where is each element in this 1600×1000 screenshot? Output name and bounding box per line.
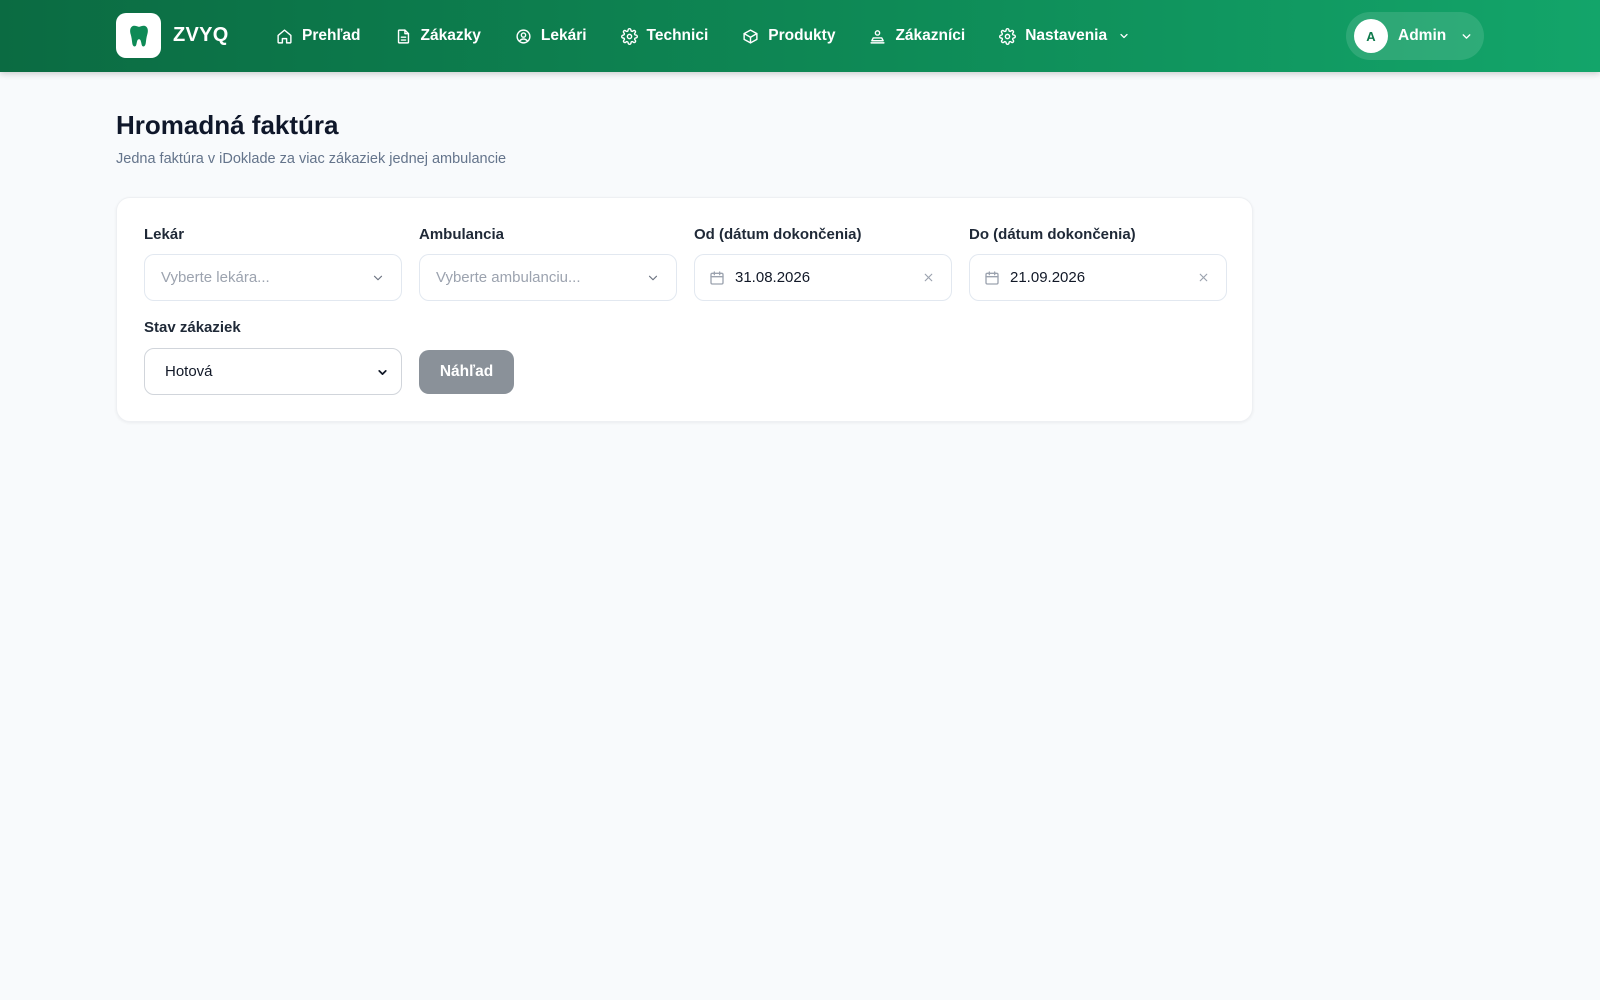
chevron-down-icon [648,275,658,280]
customer-icon [870,29,886,44]
nav-item-zakazky[interactable]: Zákazky [395,27,481,45]
chevron-down-icon [373,275,383,280]
date-from-value: 31.08.2026 [735,269,811,286]
clear-date-to-icon[interactable] [1197,271,1210,284]
nav-label: Zákazníci [895,27,966,44]
nav-label: Zákazky [420,27,481,44]
calendar-icon [710,270,724,285]
invoice-filter-card: Lekár Vyberte lekára... Ambulancia Vyber… [116,197,1253,422]
nav-label: Produkty [768,27,836,44]
nav-label: Prehľad [302,27,361,44]
doctor-label: Lekár [144,226,185,243]
nav-item-produkty[interactable]: Produkty [742,27,835,45]
date-to-value: 21.09.2026 [1010,269,1086,286]
preview-button[interactable]: Náhľad [419,350,514,394]
user-name: Admin [1398,27,1447,44]
tooth-logo-icon [116,13,161,58]
nav-item-lekari[interactable]: Lekári [515,27,587,45]
clinic-placeholder: Vyberte ambulanciu... [436,269,581,286]
status-label: Stav zákaziek [144,319,241,336]
doctor-select[interactable]: Vyberte lekára... [144,254,402,301]
chevron-down-icon [378,370,387,375]
nav-item-prehlad[interactable]: Prehľad [276,27,361,45]
clinic-select[interactable]: Vyberte ambulanciu... [419,254,677,301]
date-to-label: Do (dátum dokončenia) [969,226,1136,243]
brand-name: ZVYQ [173,24,229,46]
date-to-input[interactable]: 21.09.2026 [969,254,1227,301]
home-icon [277,28,292,44]
clinic-label: Ambulancia [419,226,505,243]
status-value: Hotová [165,363,213,380]
main-nav: Prehľad Zákazky Lekári Technici Produkty… [276,0,1164,72]
page-subtitle: Jedna faktúra v iDoklade za viac zákazie… [116,151,507,167]
status-select[interactable]: Hotová [144,348,402,395]
nav-item-zakaznici[interactable]: Zákazníci [869,27,965,45]
user-menu-button[interactable]: A Admin [1346,12,1484,60]
gear-icon [999,27,1017,45]
nav-item-nastavenia[interactable]: Nastavenia [999,27,1130,45]
brand[interactable]: ZVYQ [116,13,229,58]
gear-icon [620,27,638,45]
user-circle-icon [516,28,531,44]
top-navigation-bar: ZVYQ Prehľad Zákazky Lekári Technici Pro… [0,0,1600,72]
date-from-input[interactable]: 31.08.2026 [694,254,952,301]
date-from-label: Od (dátum dokončenia) [694,226,862,243]
clear-date-from-icon[interactable] [922,271,935,284]
avatar: A [1354,19,1388,53]
calendar-icon [985,270,999,285]
box-icon [743,28,758,44]
nav-label: Lekári [540,27,587,44]
nav-item-technici[interactable]: Technici [620,27,709,45]
doctor-placeholder: Vyberte lekára... [161,269,270,286]
chevron-down-icon [1462,33,1471,39]
document-icon [397,28,409,44]
nav-label: Nastavenia [1025,27,1108,44]
chevron-down-icon [1120,33,1128,39]
nav-label: Technici [646,27,709,44]
page-title: Hromadná faktúra [116,110,339,140]
